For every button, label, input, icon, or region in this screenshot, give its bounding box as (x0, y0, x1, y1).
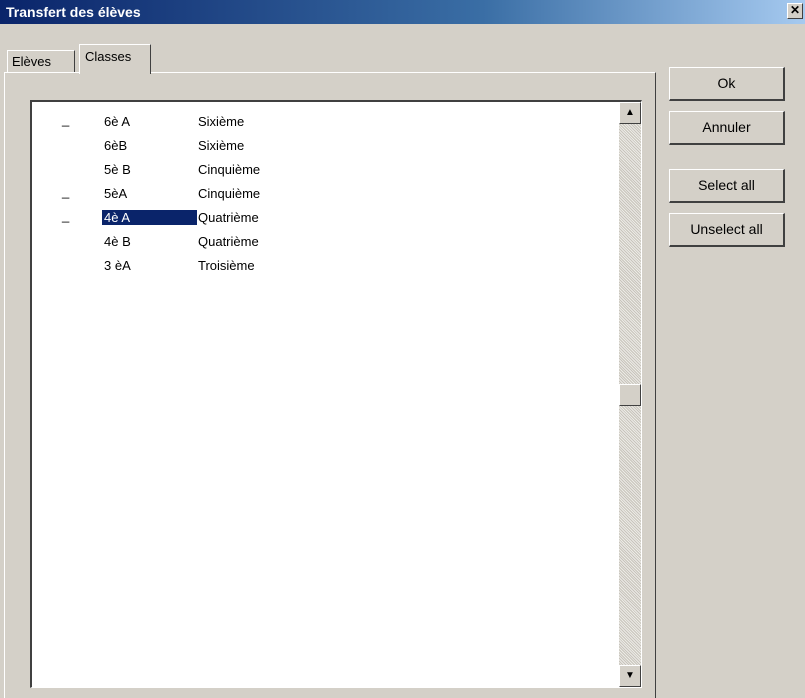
close-icon: ✕ (789, 3, 801, 17)
checked-mark: _ (62, 208, 70, 223)
list-item[interactable]: 4è B Quatrième (32, 230, 610, 254)
tab-classes-label: Classes (85, 49, 132, 64)
scroll-up-button[interactable]: ▲ (619, 102, 641, 124)
class-code: 3 èA (104, 258, 131, 273)
list-item[interactable]: _ 5èA Cinquième (32, 182, 610, 206)
select-all-button[interactable]: Select all (669, 169, 785, 203)
list-item[interactable]: 3 èA Troisième (32, 254, 610, 278)
class-level: Troisième (198, 258, 255, 273)
list-item[interactable]: _ 6è A Sixième (32, 110, 610, 134)
class-code: 6è A (104, 114, 131, 129)
scroll-down-button[interactable]: ▼ (619, 665, 641, 687)
arrow-down-icon: ▼ (625, 670, 635, 681)
class-code: 4è A (101, 209, 198, 226)
arrow-up-icon: ▲ (625, 107, 635, 118)
list-item-selected[interactable]: _ 4è A Quatrième (32, 206, 610, 230)
dialog-window: Transfert des élèves ✕ Elèves Classes _ … (0, 0, 805, 698)
class-level: Quatrième (198, 234, 259, 249)
list-rows: _ 6è A Sixième 6èB Sixième 5è B Cinquièm… (32, 110, 610, 278)
class-level: Cinquième (198, 162, 261, 177)
class-code: 4è B (104, 234, 131, 249)
class-code: 6èB (104, 138, 128, 153)
class-level: Quatrième (198, 210, 259, 225)
list-item[interactable]: 5è B Cinquième (32, 158, 610, 182)
class-level: Cinquième (198, 186, 261, 201)
cancel-button[interactable]: Annuler (669, 111, 785, 145)
unselect-all-button[interactable]: Unselect all (669, 213, 785, 247)
title-bar[interactable]: Transfert des élèves ✕ (0, 0, 805, 24)
list-item[interactable]: 6èB Sixième (32, 134, 610, 158)
checked-mark: _ (62, 112, 70, 127)
vertical-scrollbar[interactable]: ▲ ▼ (619, 102, 641, 687)
tab-eleves[interactable]: Elèves (7, 50, 75, 72)
ok-button[interactable]: Ok (669, 67, 785, 101)
window-title: Transfert des élèves (6, 4, 141, 20)
class-code: 5è B (104, 162, 131, 177)
tab-classes[interactable]: Classes (79, 44, 151, 74)
class-level: Sixième (198, 114, 245, 129)
tab-eleves-label: Elèves (12, 54, 52, 69)
class-level: Sixième (198, 138, 245, 153)
class-code: 5èA (104, 186, 128, 201)
checked-mark: _ (62, 184, 70, 199)
close-button[interactable]: ✕ (787, 3, 803, 19)
scroll-thumb[interactable] (619, 384, 641, 406)
classes-listbox[interactable]: _ 6è A Sixième 6èB Sixième 5è B Cinquièm… (30, 100, 642, 688)
